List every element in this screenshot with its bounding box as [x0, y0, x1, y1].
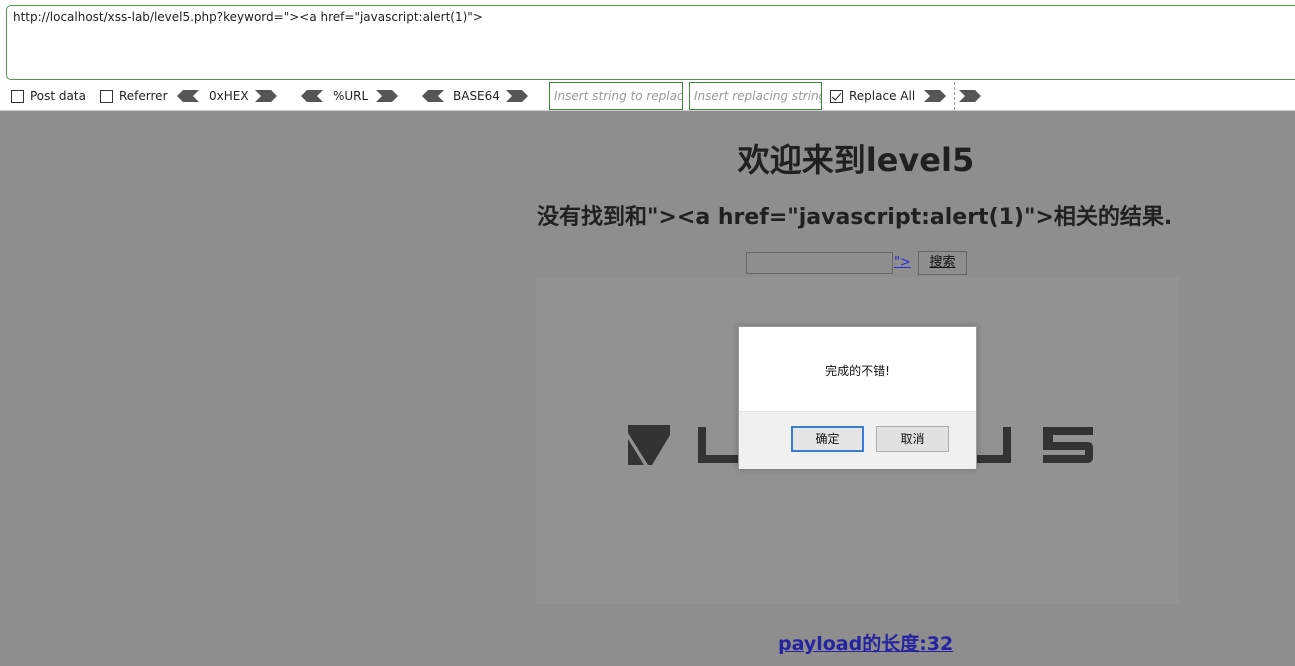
post-data-toggle[interactable]: Post data [11, 82, 86, 110]
referrer-checkbox[interactable] [100, 89, 113, 103]
referrer-toggle[interactable]: Referrer [100, 82, 168, 110]
payload-length-link[interactable]: payload的长度:32 [778, 629, 953, 656]
alert-footer: 确定 取消 [739, 411, 976, 469]
page-body: 欢迎来到level5 没有找到和"><a href="javascript:al… [0, 111, 1295, 666]
url-label: %URL [333, 89, 369, 103]
url-decode-arrow-icon[interactable] [301, 90, 323, 102]
post-data-checkbox[interactable] [11, 89, 24, 103]
referrer-label: Referrer [119, 89, 168, 103]
url-textarea[interactable]: http://localhost/xss-lab/level5.php?keyw… [6, 5, 1295, 80]
base64-encode-arrow-icon[interactable] [506, 90, 528, 102]
post-data-label: Post data [30, 89, 86, 103]
replace-run-arrow-icon[interactable] [924, 90, 946, 102]
alert-dialog: 完成的不错! 确定 取消 [738, 326, 977, 469]
replace-all-label: Replace All [849, 89, 916, 103]
cancel-button[interactable]: 取消 [876, 426, 949, 452]
alert-message: 完成的不错! [825, 364, 890, 378]
ok-button[interactable]: 确定 [791, 426, 864, 452]
hex-decode-arrow-icon[interactable] [177, 90, 199, 102]
search-button[interactable]: 搜索 [918, 251, 967, 275]
replace-all-toggle[interactable]: Replace All [830, 82, 915, 110]
hex-label: 0xHEX [209, 89, 249, 103]
base64-decode-arrow-icon[interactable] [422, 90, 444, 102]
replace-string-input[interactable]: Insert string to replace [549, 82, 683, 110]
execute-arrow-icon[interactable] [959, 90, 981, 102]
hackbar-toolbar: Post data Referrer 0xHEX %URL BASE64 Ins… [0, 82, 1295, 110]
keyword-input[interactable] [746, 252, 893, 274]
hex-encode-arrow-icon[interactable] [255, 90, 277, 102]
result-message: 没有找到和"><a href="javascript:alert(1)">相关的… [537, 205, 1173, 230]
toolbar-divider [954, 82, 955, 110]
injected-link[interactable]: "> [894, 255, 911, 270]
page-title: 欢迎来到level5 [737, 141, 975, 179]
base64-label: BASE64 [453, 89, 500, 103]
replace-all-checkbox[interactable] [830, 89, 843, 103]
replacing-string-input[interactable]: Insert replacing string [689, 82, 822, 110]
hackbar-panel: http://localhost/xss-lab/level5.php?keyw… [0, 0, 1295, 111]
url-encode-arrow-icon[interactable] [376, 90, 398, 102]
